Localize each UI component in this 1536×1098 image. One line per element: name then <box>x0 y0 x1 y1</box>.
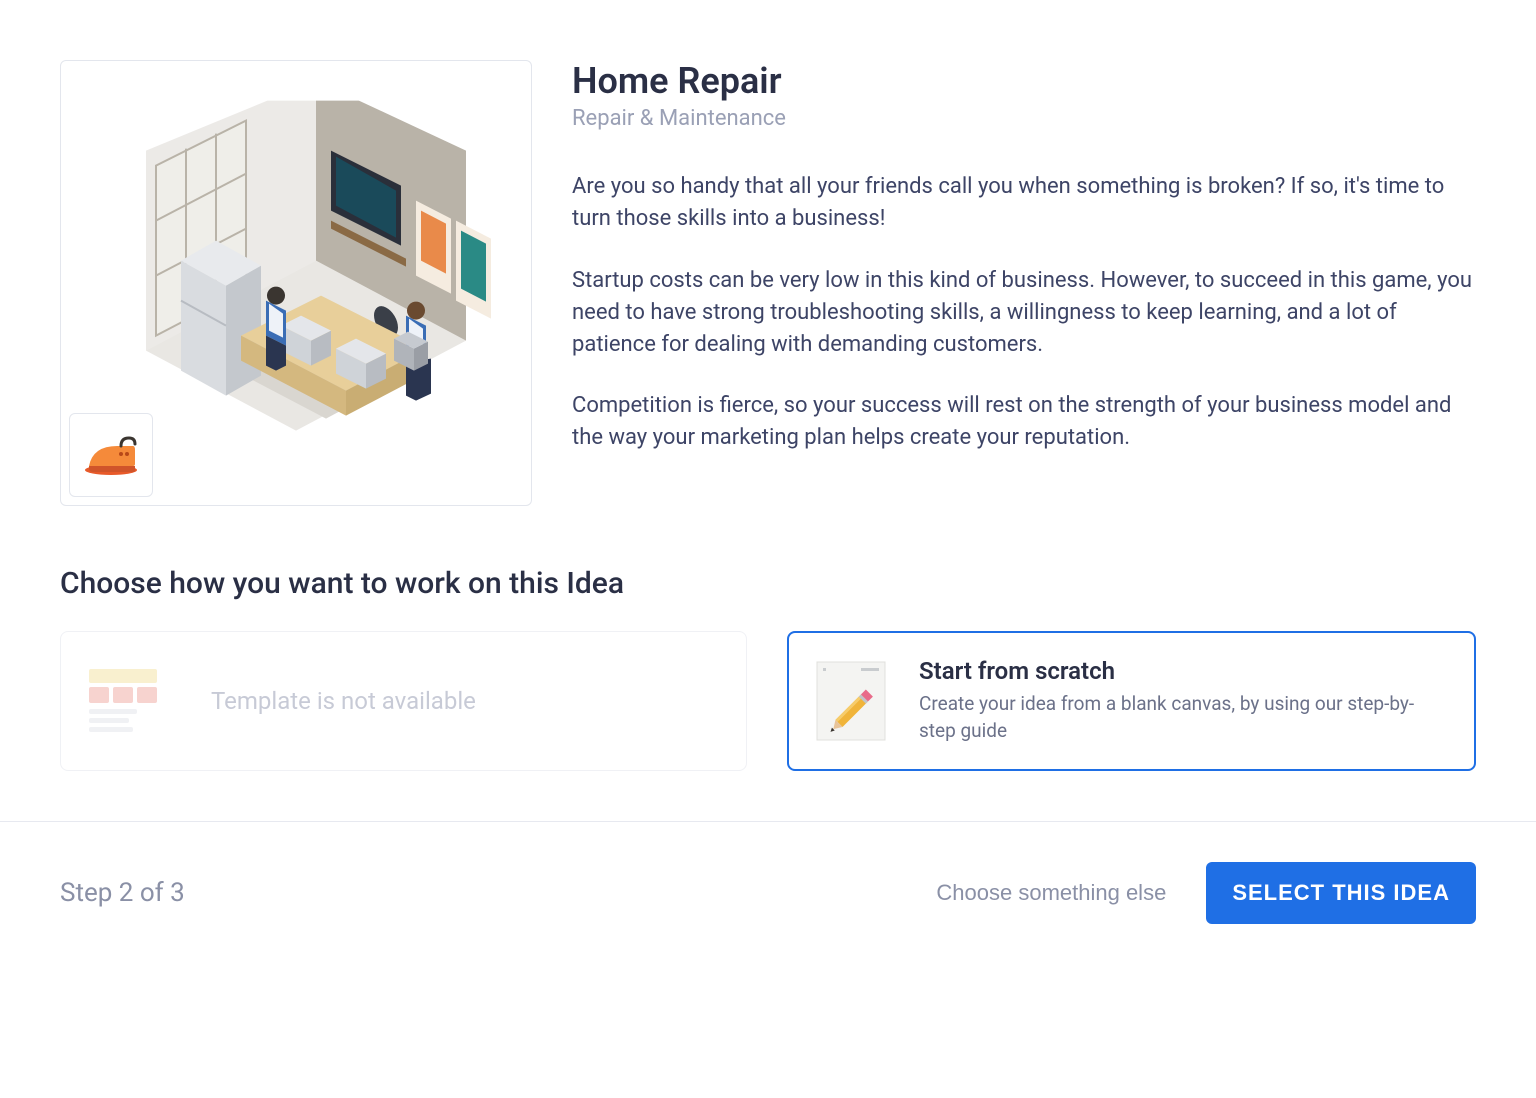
option-start-from-scratch[interactable]: Start from scratch Create your idea from… <box>787 631 1476 771</box>
idea-paragraph: Competition is fierce, so your success w… <box>572 390 1476 454</box>
idea-paragraph: Startup costs can be very low in this ki… <box>572 265 1476 361</box>
idea-illustration <box>60 60 532 506</box>
idea-paragraph: Are you so handy that all your friends c… <box>572 171 1476 235</box>
option-scratch-title: Start from scratch <box>919 657 1450 685</box>
idea-category: Repair & Maintenance <box>572 106 1476 131</box>
idea-description: Are you so handy that all your friends c… <box>572 171 1476 454</box>
step-indicator: Step 2 of 3 <box>60 878 185 908</box>
select-this-idea-button[interactable]: SELECT THIS IDEA <box>1206 862 1476 924</box>
option-unavailable-label: Template is not available <box>211 687 476 715</box>
choose-heading: Choose how you want to work on this Idea <box>60 566 1476 601</box>
option-template-unavailable: Template is not available <box>60 631 747 771</box>
pencil-note-icon <box>813 660 889 742</box>
iron-icon <box>69 413 153 497</box>
choose-something-else-button[interactable]: Choose something else <box>936 880 1166 906</box>
option-scratch-subtitle: Create your idea from a blank canvas, by… <box>919 691 1450 744</box>
template-layout-icon <box>85 660 161 742</box>
idea-title: Home Repair <box>572 60 1476 102</box>
